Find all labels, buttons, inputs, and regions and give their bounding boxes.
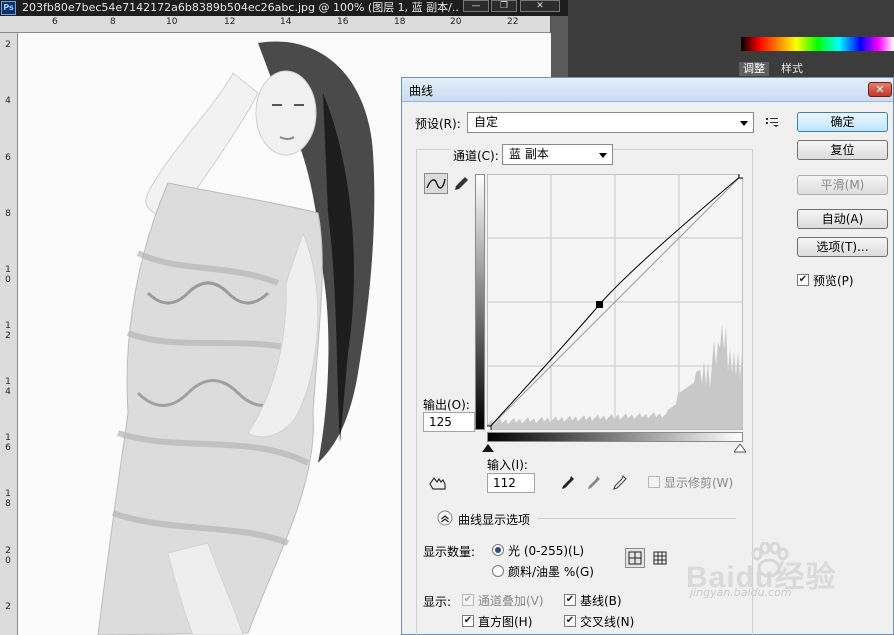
ruler-label: 4 xyxy=(5,96,11,106)
ruler-label: 2 0 xyxy=(5,546,11,566)
section-divider xyxy=(538,518,736,519)
curve-endpoint[interactable] xyxy=(484,425,492,433)
preset-value: 自定 xyxy=(474,115,499,129)
photoshop-logo-icon: Ps xyxy=(1,1,16,15)
channel-value: 蓝 副本 xyxy=(509,147,549,161)
histogram-checkbox[interactable]: ✔ xyxy=(462,615,474,627)
intersection-line-checkbox[interactable]: ✔ xyxy=(564,615,576,627)
ruler-label: 8 xyxy=(5,209,11,219)
pigment-radio[interactable] xyxy=(492,565,504,577)
white-eyedropper-icon[interactable] xyxy=(611,475,627,491)
output-gradient-bar xyxy=(475,174,485,430)
channel-select[interactable]: 蓝 副本 xyxy=(502,144,613,165)
horizontal-ruler: 6 8 10 12 14 16 18 20 22 xyxy=(0,16,550,33)
ruler-label: 1 6 xyxy=(5,433,11,453)
output-label: 输出(O): xyxy=(423,398,470,412)
baidu-watermark: Baidu经验 jingyan.baidu.com xyxy=(680,540,890,599)
auto-button[interactable]: 自动(A) xyxy=(797,209,888,229)
curve-control-point[interactable] xyxy=(596,300,604,308)
chevron-down-icon xyxy=(740,121,748,126)
input-label: 输入(I): xyxy=(487,458,528,472)
tab-adjustments[interactable]: 调整 xyxy=(739,62,769,76)
vertical-ruler: 2 4 6 8 1 0 1 2 1 4 1 6 1 8 2 0 2 xyxy=(0,33,18,635)
ruler-label: 12 xyxy=(224,17,236,27)
show-clipping-label: 显示修剪(W) xyxy=(664,476,734,490)
intersection-line-label: 交叉线(N) xyxy=(580,615,635,629)
show-label: 显示: xyxy=(423,595,452,609)
document-title: 203fb80e7bec54e7142172a6b8389b504ec26abc… xyxy=(22,1,458,14)
ruler-label: 22 xyxy=(507,17,519,27)
channel-overlays-label: 通道叠加(V) xyxy=(478,594,544,608)
ruler-label: 2 xyxy=(5,602,11,612)
curve-svg[interactable] xyxy=(484,171,746,433)
dialog-close-button[interactable]: ✕ xyxy=(868,82,892,97)
ok-button[interactable]: 确定 xyxy=(797,112,888,132)
restore-button[interactable]: ❐ xyxy=(491,0,517,12)
close-window-button[interactable]: ✕ xyxy=(520,0,560,12)
curve-tool-icon xyxy=(426,178,446,189)
ruler-label: 6 xyxy=(52,17,58,27)
smooth-button[interactable]: 平滑(M) xyxy=(797,175,888,195)
input-field[interactable]: 112 xyxy=(487,473,535,493)
options-button[interactable]: 选项(T)... xyxy=(797,237,888,257)
grid-4x4-icon xyxy=(628,551,642,565)
input-gradient-bar xyxy=(487,432,743,442)
color-spectrum-bar[interactable] xyxy=(741,37,894,51)
chevron-down-icon xyxy=(599,153,607,158)
light-radio-label: 光 (0-255)(L) xyxy=(508,544,585,558)
ruler-label: 8 xyxy=(110,17,116,27)
preview-label: 预览(P) xyxy=(813,274,854,288)
ruler-label: 16 xyxy=(337,17,349,27)
show-amount-label: 显示数量: xyxy=(423,545,476,559)
show-clipping-checkbox[interactable] xyxy=(648,476,660,488)
curve-endpoint[interactable] xyxy=(738,171,746,179)
ruler-label: 20 xyxy=(450,17,462,27)
ruler-label: 18 xyxy=(394,17,406,27)
ruler-label: 1 4 xyxy=(5,377,11,397)
collapse-chevron-icon[interactable] xyxy=(437,510,453,526)
dialog-title: 曲线 xyxy=(409,84,434,98)
ruler-label: 10 xyxy=(166,17,178,27)
preset-select[interactable]: 自定 xyxy=(467,112,754,133)
grid-10x10-icon[interactable] xyxy=(652,550,668,566)
light-radio[interactable] xyxy=(492,544,504,556)
ruler-label: 2 xyxy=(5,40,11,50)
channel-label: 通道(C): xyxy=(450,147,502,164)
output-field[interactable]: 125 xyxy=(423,412,475,432)
preview-checkbox[interactable]: ✔ xyxy=(797,274,809,286)
channel-overlays-checkbox[interactable]: ✔ xyxy=(462,594,474,606)
ruler-label: 1 2 xyxy=(5,321,11,341)
preset-label: 预设(R): xyxy=(415,117,461,131)
watermark-url: jingyan.baidu.com xyxy=(690,586,792,599)
histogram-label: 直方图(H) xyxy=(478,615,533,629)
ruler-label: 1 8 xyxy=(5,489,11,509)
baseline-label: 基线(B) xyxy=(580,594,622,608)
pencil-icon[interactable] xyxy=(453,175,469,193)
dialog-titlebar[interactable]: 曲线 ✕ xyxy=(402,78,893,102)
document-titlebar: Ps 203fb80e7bec54e7142172a6b8389b504ec26… xyxy=(0,0,568,16)
ruler-label: 1 0 xyxy=(5,265,11,285)
white-point-slider-icon[interactable] xyxy=(734,444,746,453)
grid-4x4-button[interactable] xyxy=(625,548,645,568)
pigment-radio-label: 颜料/油墨 %(G) xyxy=(508,565,594,579)
black-eyedropper-icon[interactable] xyxy=(559,475,575,491)
curve-display-options-label: 曲线显示选项 xyxy=(458,513,531,527)
curve-graph[interactable] xyxy=(484,171,746,433)
minimize-button[interactable]: — xyxy=(463,0,489,12)
baseline-checkbox[interactable]: ✔ xyxy=(564,594,576,606)
black-point-slider-icon[interactable] xyxy=(482,444,494,453)
ruler-label: 14 xyxy=(280,17,292,27)
ruler-label: 6 xyxy=(5,153,11,163)
preset-options-icon[interactable] xyxy=(765,116,779,128)
tab-styles[interactable]: 样式 xyxy=(777,62,807,76)
targeted-adjustment-hand-icon[interactable] xyxy=(427,475,447,493)
edit-points-tool[interactable] xyxy=(424,173,448,194)
reset-button[interactable]: 复位 xyxy=(797,140,888,160)
gray-eyedropper-icon[interactable] xyxy=(585,475,601,491)
